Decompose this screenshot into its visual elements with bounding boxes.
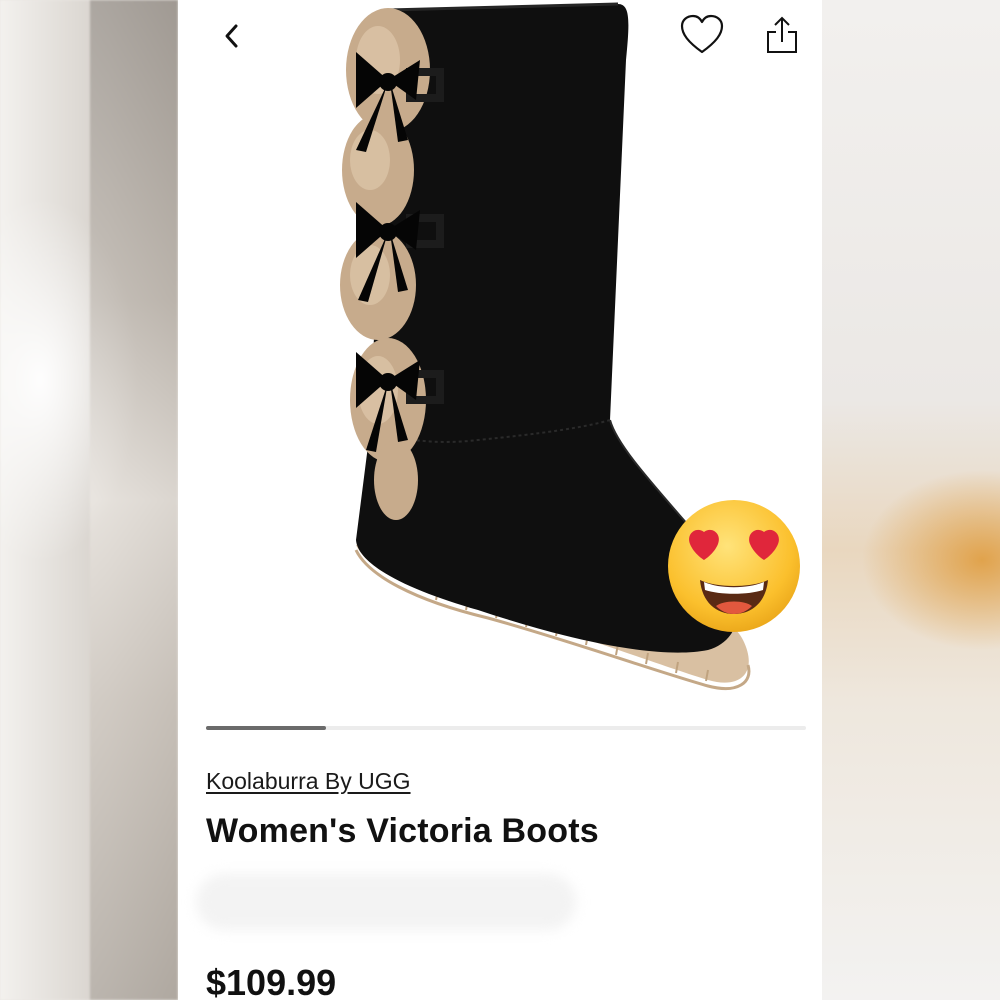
product-title: Women's Victoria Boots — [206, 812, 599, 850]
carousel-active-segment — [206, 726, 326, 730]
share-icon — [767, 16, 797, 53]
blurred-backdrop-left — [0, 0, 178, 1000]
product-page: Koolaburra By UGG Women's Victoria Boots… — [178, 0, 822, 1000]
heart-eyes-emoji — [668, 500, 800, 632]
share-button[interactable] — [762, 12, 802, 58]
redacted-area — [196, 874, 576, 930]
brand-link[interactable]: Koolaburra By UGG — [206, 768, 411, 795]
product-price: $109.99 — [206, 962, 337, 1000]
image-carousel-indicator[interactable] — [206, 726, 806, 730]
blurred-backdrop-right — [822, 0, 1000, 1000]
